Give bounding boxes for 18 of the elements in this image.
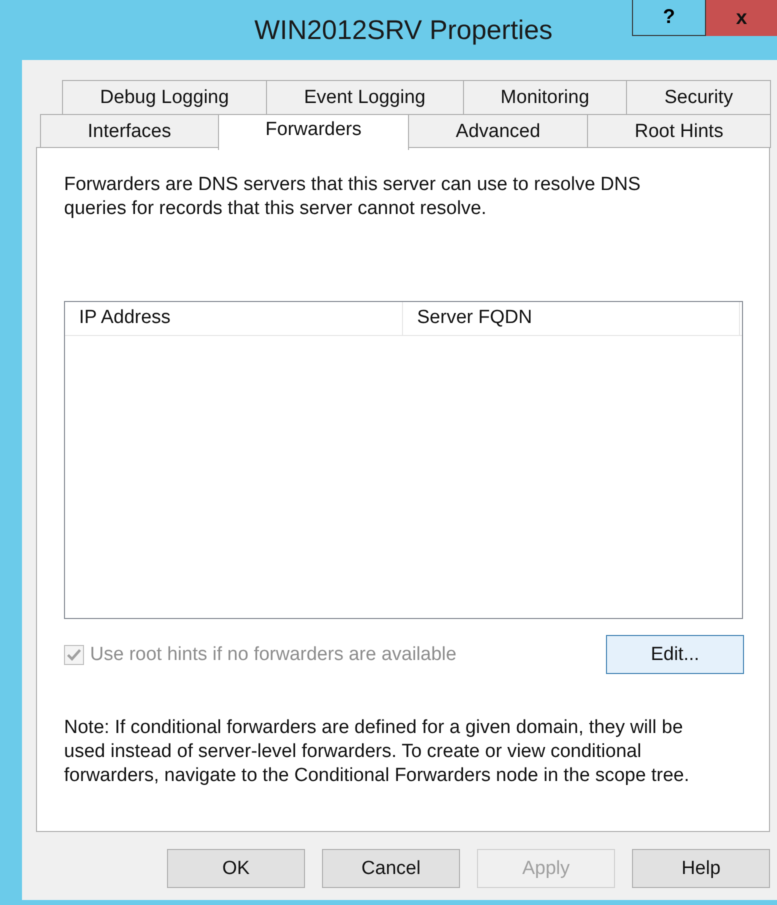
tab[interactable]: Root Hints <box>586 114 771 148</box>
edit-button[interactable]: Edit... <box>606 635 744 674</box>
help-button[interactable]: ? <box>632 0 706 36</box>
tab[interactable]: Debug Logging <box>62 80 267 114</box>
checkbox-label: Use root hints if no forwarders are available <box>90 644 456 666</box>
forwarders-list[interactable]: IP Address Server FQDN <box>64 301 743 619</box>
tab[interactable]: Forwarders <box>218 114 410 150</box>
tab[interactable]: Interfaces <box>40 114 219 148</box>
window-title: WIN2012SRV Properties <box>254 14 553 46</box>
description-text: Forwarders are DNS servers that this server can use to resolve DNS queries for records that this server cannot resolve. <box>64 173 642 221</box>
dialog-button[interactable]: Cancel <box>322 849 460 888</box>
column-header[interactable]: IP Address <box>65 302 403 336</box>
dialog-button[interactable]: OK <box>167 849 305 888</box>
column-header[interactable]: Server FQDN <box>403 302 740 336</box>
dialog-button[interactable]: Help <box>632 849 770 888</box>
tab[interactable]: Security <box>626 80 771 114</box>
close-button[interactable]: x <box>706 0 777 36</box>
note-text: Note: If conditional forwarders are defined for a given domain, they will be used instead of server-level forwarders. To create or view conditional forwarders, navigate to the Conditional Forwarders node in the scope tree. <box>64 716 690 788</box>
